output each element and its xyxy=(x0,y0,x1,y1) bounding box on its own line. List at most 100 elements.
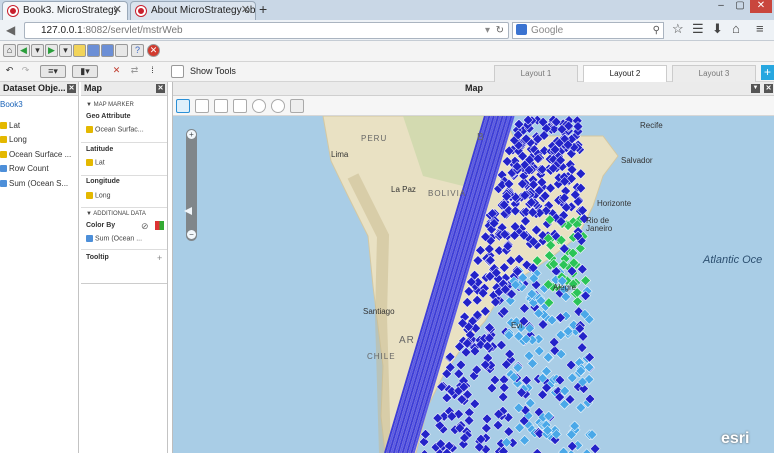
format-dropdown-icon[interactable]: ≡▾ xyxy=(40,65,66,78)
zoom-handle-icon[interactable] xyxy=(184,207,192,215)
lasso-select-icon[interactable] xyxy=(214,99,228,113)
maximize-icon[interactable]: ▢ xyxy=(731,0,749,13)
microstrategy-favicon-icon xyxy=(8,6,18,16)
map-canvas[interactable]: Lima PERU La Paz BOLIVIA Santiago CHILE … xyxy=(173,116,774,453)
latitude-dropzone[interactable]: Lat xyxy=(86,159,105,166)
export-icon[interactable] xyxy=(115,44,128,57)
tab-layout-1[interactable]: Layout 1 xyxy=(494,65,578,82)
dropdown-icon[interactable]: ▾ xyxy=(31,44,44,57)
chart-type-dropdown-icon[interactable]: ▮▾ xyxy=(72,65,98,78)
close-icon[interactable]: ✕ xyxy=(156,84,165,93)
latitude-label: Latitude xyxy=(86,146,114,153)
close-icon[interactable]: ✕ xyxy=(241,2,250,19)
geo-attribute-label: Geo Attribute xyxy=(86,113,131,120)
map-marker xyxy=(519,435,530,446)
download-icon[interactable]: ⬇ xyxy=(712,21,723,37)
legend-icon[interactable] xyxy=(290,99,304,113)
map-toolbar xyxy=(173,96,774,116)
save-icon[interactable] xyxy=(87,44,100,57)
dataset-item[interactable]: Lat xyxy=(0,121,20,130)
place-chile: CHILE xyxy=(367,352,396,361)
dropdown-icon[interactable]: ▾ xyxy=(59,44,72,57)
dataset-item[interactable]: Long xyxy=(0,135,27,144)
back-icon[interactable]: ◀ xyxy=(17,44,30,57)
rectangle-select-icon[interactable] xyxy=(195,99,209,113)
new-tab-plus-icon[interactable]: + xyxy=(259,1,267,17)
browser-tab-book3[interactable]: Book3. MicroStrategy ✕ xyxy=(2,1,128,20)
color-by-label: Color By xyxy=(86,222,116,229)
reading-list-icon[interactable]: ☰ xyxy=(692,21,704,37)
esri-logo: esri xyxy=(721,430,750,447)
browser-nav-bar: ◀ 127.0.0.1:8082/servlet/mstrWeb ▾ ↻ Goo… xyxy=(0,20,774,41)
map-marker xyxy=(565,359,577,371)
close-window-icon[interactable]: ✕ xyxy=(750,0,772,13)
zoom-in-icon[interactable]: + xyxy=(187,130,196,139)
app-toolbar-secondary: ↶ ↷ ≡▾ ▮▾ ✕ ⇄ ⁞ Show Tools Layout 1 Layo… xyxy=(0,62,774,82)
add-layout-button[interactable]: + xyxy=(761,65,774,80)
attribute-icon xyxy=(0,122,7,130)
clear-filter-icon[interactable]: ✕ xyxy=(110,65,123,78)
zoom-slider[interactable]: + − xyxy=(184,129,197,241)
attribute-icon xyxy=(86,192,93,199)
editor-panel-title: Map xyxy=(84,83,102,93)
close-icon[interactable]: ✕ xyxy=(764,84,773,93)
place-montevideo: Evi xyxy=(511,321,523,330)
metric-icon xyxy=(0,180,7,188)
reload-icon[interactable]: ↻ xyxy=(496,23,504,38)
redo-icon[interactable]: ↷ xyxy=(19,65,32,78)
map-marker xyxy=(542,352,554,363)
browser-tab-about[interactable]: About MicroStrategy objects ✕ xyxy=(130,1,256,20)
place-la-paz: La Paz xyxy=(391,185,416,194)
show-tools-button[interactable]: Show Tools xyxy=(190,66,236,76)
search-icon[interactable]: ⚲ xyxy=(653,23,660,38)
map-marker xyxy=(572,296,583,307)
home-icon[interactable]: ⌂ xyxy=(3,44,16,57)
dataset-item[interactable]: Sum (Ocean S... xyxy=(0,179,68,188)
geo-attribute-dropzone[interactable]: Ocean Surfac... xyxy=(86,126,144,133)
swap-icon[interactable]: ⇄ xyxy=(128,65,141,78)
close-document-icon[interactable]: ✕ xyxy=(147,44,160,57)
search-placeholder: Google xyxy=(531,25,564,36)
folder-icon[interactable] xyxy=(73,44,86,57)
dataset-item[interactable]: Row Count xyxy=(0,164,49,173)
filter-icon[interactable] xyxy=(233,99,247,113)
longitude-dropzone[interactable]: Long xyxy=(86,192,111,199)
color-palette-icon[interactable] xyxy=(155,221,164,230)
pan-tool-icon[interactable] xyxy=(176,99,190,113)
place-ar: AR xyxy=(399,335,415,346)
dropdown-arrow-icon[interactable]: ▾ xyxy=(485,23,490,38)
forward-icon[interactable]: ▶ xyxy=(45,44,58,57)
menu-icon[interactable]: ≡ xyxy=(756,21,764,36)
place-porto-alegre: Alegre xyxy=(553,283,577,292)
dataset-panel-header: Dataset Obje... ✕ xyxy=(0,82,78,96)
star-icon[interactable]: ☆ xyxy=(672,21,684,37)
menu-dropdown-icon[interactable]: ▼ xyxy=(751,84,760,93)
undo-icon[interactable]: ↶ xyxy=(3,65,16,78)
section-map-marker[interactable]: ▼ MAP MARKER xyxy=(86,102,134,108)
home-icon[interactable]: ⌂ xyxy=(732,21,740,36)
zoom-out-icon[interactable]: − xyxy=(187,230,196,239)
add-icon[interactable]: + xyxy=(157,253,162,263)
back-arrow-icon[interactable]: ◀ xyxy=(6,23,15,37)
help-icon[interactable]: ? xyxy=(131,44,144,57)
grid-options-icon[interactable]: ⁞ xyxy=(146,65,159,78)
tab-title: Book3. MicroStrategy xyxy=(23,5,119,16)
layers-icon[interactable] xyxy=(252,99,266,113)
url-bar[interactable]: 127.0.0.1:8082/servlet/mstrWeb ▾ ↻ xyxy=(24,22,509,39)
save-as-icon[interactable] xyxy=(101,44,114,57)
close-icon[interactable]: ✕ xyxy=(67,84,76,93)
dataset-item[interactable]: Ocean Surface ... xyxy=(0,150,71,159)
tab-layout-3[interactable]: Layout 3 xyxy=(672,65,756,82)
link-icon[interactable]: ⊘ xyxy=(141,221,149,232)
close-icon[interactable]: ✕ xyxy=(113,2,122,19)
minimize-icon[interactable]: – xyxy=(712,0,730,13)
map-marker xyxy=(580,275,591,286)
search-box[interactable]: Google ⚲ xyxy=(512,22,664,39)
map-editor-panel: Map ✕ ▼ MAP MARKER Geo Attribute Ocean S… xyxy=(81,82,168,453)
dataset-name[interactable]: Book3 xyxy=(0,100,23,109)
color-by-dropzone[interactable]: Sum (Ocean ... xyxy=(86,235,142,242)
collapse-triangle-icon: ▼ xyxy=(86,102,94,108)
section-additional-data[interactable]: ▼ ADDITIONAL DATA xyxy=(86,211,146,217)
basemap-icon[interactable] xyxy=(271,99,285,113)
tab-layout-2[interactable]: Layout 2 xyxy=(583,65,667,82)
